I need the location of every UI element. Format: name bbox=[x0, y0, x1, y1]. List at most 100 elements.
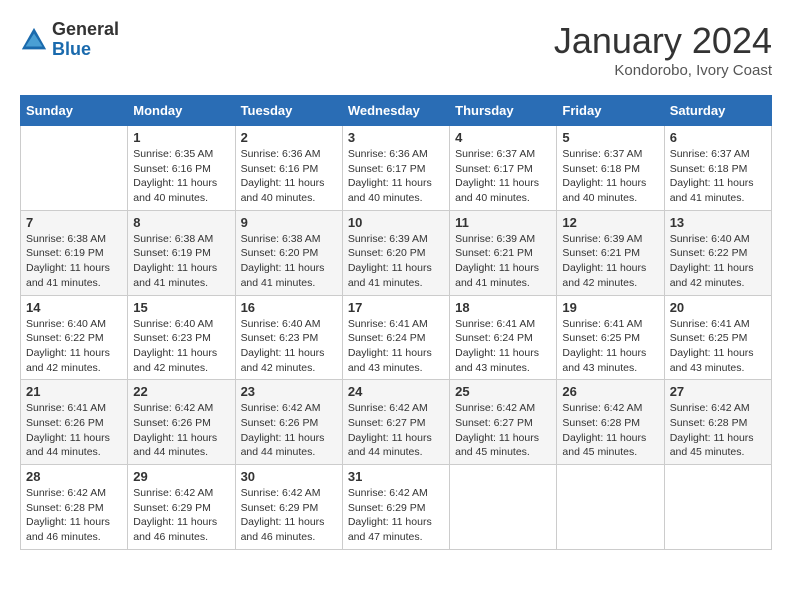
calendar-cell: 22 Sunrise: 6:42 AMSunset: 6:26 PMDayligh… bbox=[128, 380, 235, 465]
weekday-header-saturday: Saturday bbox=[664, 96, 771, 126]
calendar-cell: 19Sunrise: 6:41 AMSunset: 6:25 PMDayligh… bbox=[557, 295, 664, 380]
day-info: Sunrise: 6:41 AMSunset: 6:24 PMDaylight:… bbox=[348, 317, 444, 376]
calendar-cell: 11 Sunrise: 6:39 AMSunset: 6:21 PMDayligh… bbox=[450, 210, 557, 295]
day-info: Sunrise: 6:42 AMSunset: 6:28 PMDaylight:… bbox=[562, 401, 658, 460]
day-info: Sunrise: 6:42 AMSunset: 6:28 PMDaylight:… bbox=[670, 401, 766, 460]
calendar-week-row: 1Sunrise: 6:35 AMSunset: 6:16 PMDaylight… bbox=[21, 126, 772, 211]
calendar-week-row: 7 Sunrise: 6:38 AMSunset: 6:19 PMDaylight… bbox=[21, 210, 772, 295]
calendar-week-row: 28Sunrise: 6:42 AMSunset: 6:28 PMDayligh… bbox=[21, 465, 772, 550]
calendar-cell: 2 Sunrise: 6:36 AMSunset: 6:16 PMDaylight… bbox=[235, 126, 342, 211]
calendar-cell: 18 Sunrise: 6:41 AMSunset: 6:24 PMDayligh… bbox=[450, 295, 557, 380]
day-info: Sunrise: 6:42 AMSunset: 6:29 PMDaylight:… bbox=[133, 486, 229, 545]
day-number: 29 bbox=[133, 469, 229, 484]
day-number: 26 bbox=[562, 384, 658, 399]
calendar-cell: 5 Sunrise: 6:37 AMSunset: 6:18 PMDaylight… bbox=[557, 126, 664, 211]
day-info: Sunrise: 6:38 AMSunset: 6:20 PMDaylight:… bbox=[241, 232, 337, 291]
day-info: Sunrise: 6:42 AMSunset: 6:29 PMDaylight:… bbox=[241, 486, 337, 545]
day-number: 8 bbox=[133, 215, 229, 230]
day-info: Sunrise: 6:42 AMSunset: 6:26 PMDaylight:… bbox=[241, 401, 337, 460]
day-number: 5 bbox=[562, 130, 658, 145]
day-info: Sunrise: 6:41 AMSunset: 6:25 PMDaylight:… bbox=[670, 317, 766, 376]
calendar-week-row: 21 Sunrise: 6:41 AMSunset: 6:26 PMDayligh… bbox=[21, 380, 772, 465]
day-info: Sunrise: 6:37 AMSunset: 6:18 PMDaylight:… bbox=[562, 147, 658, 206]
calendar-cell: 26 Sunrise: 6:42 AMSunset: 6:28 PMDayligh… bbox=[557, 380, 664, 465]
page-header: General Blue January 2024 Kondorobo, Ivo… bbox=[20, 20, 772, 79]
day-info: Sunrise: 6:41 AMSunset: 6:26 PMDaylight:… bbox=[26, 401, 122, 460]
calendar-cell: 13Sunrise: 6:40 AMSunset: 6:22 PMDayligh… bbox=[664, 210, 771, 295]
weekday-header-friday: Friday bbox=[557, 96, 664, 126]
calendar-cell: 17 Sunrise: 6:41 AMSunset: 6:24 PMDayligh… bbox=[342, 295, 449, 380]
calendar-cell bbox=[664, 465, 771, 550]
day-number: 31 bbox=[348, 469, 444, 484]
calendar-cell: 12Sunrise: 6:39 AMSunset: 6:21 PMDayligh… bbox=[557, 210, 664, 295]
day-number: 12 bbox=[562, 215, 658, 230]
day-info: Sunrise: 6:42 AMSunset: 6:26 PMDaylight:… bbox=[133, 401, 229, 460]
calendar-cell: 9 Sunrise: 6:38 AMSunset: 6:20 PMDaylight… bbox=[235, 210, 342, 295]
weekday-header-tuesday: Tuesday bbox=[235, 96, 342, 126]
logo: General Blue bbox=[20, 20, 119, 60]
weekday-header-sunday: Sunday bbox=[21, 96, 128, 126]
calendar-cell: 1Sunrise: 6:35 AMSunset: 6:16 PMDaylight… bbox=[128, 126, 235, 211]
calendar-cell: 20 Sunrise: 6:41 AMSunset: 6:25 PMDayligh… bbox=[664, 295, 771, 380]
month-title: January 2024 bbox=[554, 20, 772, 62]
calendar-week-row: 14Sunrise: 6:40 AMSunset: 6:22 PMDayligh… bbox=[21, 295, 772, 380]
day-number: 17 bbox=[348, 300, 444, 315]
day-number: 9 bbox=[241, 215, 337, 230]
day-number: 28 bbox=[26, 469, 122, 484]
calendar-cell: 31 Sunrise: 6:42 AMSunset: 6:29 PMDayligh… bbox=[342, 465, 449, 550]
day-number: 15 bbox=[133, 300, 229, 315]
day-number: 4 bbox=[455, 130, 551, 145]
day-info: Sunrise: 6:42 AMSunset: 6:29 PMDaylight:… bbox=[348, 486, 444, 545]
day-info: Sunrise: 6:39 AMSunset: 6:21 PMDaylight:… bbox=[455, 232, 551, 291]
day-number: 18 bbox=[455, 300, 551, 315]
day-number: 3 bbox=[348, 130, 444, 145]
day-number: 19 bbox=[562, 300, 658, 315]
calendar-cell: 29 Sunrise: 6:42 AMSunset: 6:29 PMDayligh… bbox=[128, 465, 235, 550]
day-number: 1 bbox=[133, 130, 229, 145]
weekday-header-monday: Monday bbox=[128, 96, 235, 126]
location: Kondorobo, Ivory Coast bbox=[554, 62, 772, 79]
calendar-table: SundayMondayTuesdayWednesdayThursdayFrid… bbox=[20, 95, 772, 550]
day-info: Sunrise: 6:36 AMSunset: 6:17 PMDaylight:… bbox=[348, 147, 444, 206]
day-number: 13 bbox=[670, 215, 766, 230]
calendar-cell: 28Sunrise: 6:42 AMSunset: 6:28 PMDayligh… bbox=[21, 465, 128, 550]
day-info: Sunrise: 6:40 AMSunset: 6:23 PMDaylight:… bbox=[241, 317, 337, 376]
weekday-header-wednesday: Wednesday bbox=[342, 96, 449, 126]
day-info: Sunrise: 6:42 AMSunset: 6:27 PMDaylight:… bbox=[455, 401, 551, 460]
day-number: 21 bbox=[26, 384, 122, 399]
calendar-cell: 21 Sunrise: 6:41 AMSunset: 6:26 PMDayligh… bbox=[21, 380, 128, 465]
day-info: Sunrise: 6:37 AMSunset: 6:18 PMDaylight:… bbox=[670, 147, 766, 206]
calendar-cell: 16 Sunrise: 6:40 AMSunset: 6:23 PMDayligh… bbox=[235, 295, 342, 380]
calendar-cell: 4 Sunrise: 6:37 AMSunset: 6:17 PMDaylight… bbox=[450, 126, 557, 211]
calendar-cell: 27 Sunrise: 6:42 AMSunset: 6:28 PMDayligh… bbox=[664, 380, 771, 465]
day-number: 10 bbox=[348, 215, 444, 230]
day-info: Sunrise: 6:42 AMSunset: 6:27 PMDaylight:… bbox=[348, 401, 444, 460]
weekday-header-row: SundayMondayTuesdayWednesdayThursdayFrid… bbox=[21, 96, 772, 126]
day-info: Sunrise: 6:39 AMSunset: 6:20 PMDaylight:… bbox=[348, 232, 444, 291]
calendar-cell: 14Sunrise: 6:40 AMSunset: 6:22 PMDayligh… bbox=[21, 295, 128, 380]
logo-icon bbox=[20, 26, 48, 54]
day-number: 20 bbox=[670, 300, 766, 315]
day-number: 6 bbox=[670, 130, 766, 145]
day-number: 11 bbox=[455, 215, 551, 230]
day-number: 2 bbox=[241, 130, 337, 145]
day-number: 27 bbox=[670, 384, 766, 399]
day-number: 16 bbox=[241, 300, 337, 315]
calendar-cell: 25Sunrise: 6:42 AMSunset: 6:27 PMDayligh… bbox=[450, 380, 557, 465]
day-info: Sunrise: 6:38 AMSunset: 6:19 PMDaylight:… bbox=[26, 232, 122, 291]
calendar-cell: 8 Sunrise: 6:38 AMSunset: 6:19 PMDaylight… bbox=[128, 210, 235, 295]
day-number: 30 bbox=[241, 469, 337, 484]
day-info: Sunrise: 6:36 AMSunset: 6:16 PMDaylight:… bbox=[241, 147, 337, 206]
calendar-cell: 23Sunrise: 6:42 AMSunset: 6:26 PMDayligh… bbox=[235, 380, 342, 465]
day-number: 14 bbox=[26, 300, 122, 315]
day-info: Sunrise: 6:37 AMSunset: 6:17 PMDaylight:… bbox=[455, 147, 551, 206]
day-info: Sunrise: 6:38 AMSunset: 6:19 PMDaylight:… bbox=[133, 232, 229, 291]
calendar-cell: 6 Sunrise: 6:37 AMSunset: 6:18 PMDaylight… bbox=[664, 126, 771, 211]
calendar-cell: 3 Sunrise: 6:36 AMSunset: 6:17 PMDaylight… bbox=[342, 126, 449, 211]
day-number: 22 bbox=[133, 384, 229, 399]
day-info: Sunrise: 6:41 AMSunset: 6:24 PMDaylight:… bbox=[455, 317, 551, 376]
logo-blue: Blue bbox=[52, 40, 119, 60]
calendar-cell bbox=[450, 465, 557, 550]
day-number: 7 bbox=[26, 215, 122, 230]
weekday-header-thursday: Thursday bbox=[450, 96, 557, 126]
